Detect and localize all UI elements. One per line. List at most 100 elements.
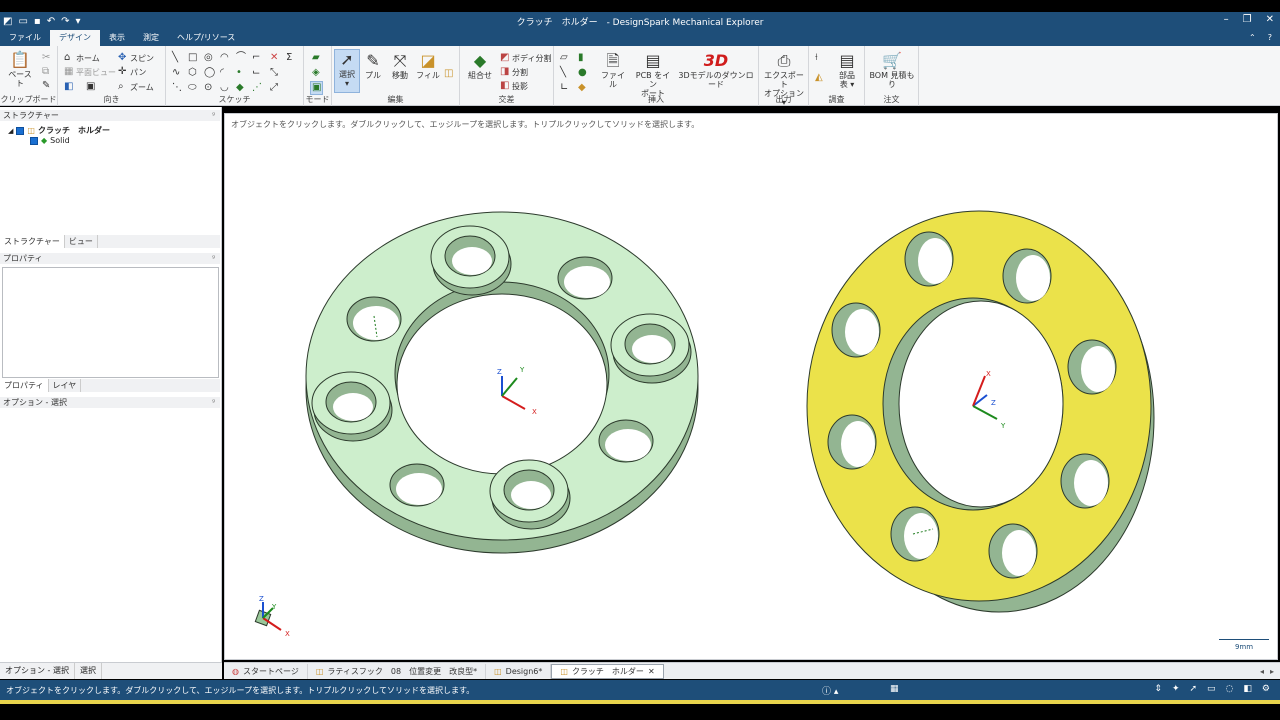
spline-tool-icon[interactable]: ∿ — [172, 67, 180, 79]
ribbon-collapse-icon[interactable]: ⌃ — [1249, 33, 1256, 42]
parts-list-button[interactable]: ▤ 部品 表 ▾ — [833, 51, 861, 89]
open-icon[interactable]: ▭ — [18, 16, 27, 27]
app-icon[interactable]: ◩ — [3, 16, 12, 27]
project-tool-icon[interactable]: ◆ — [236, 82, 244, 94]
cylinder-icon[interactable]: ▮ — [578, 52, 584, 64]
model-canvas[interactable]: X Z Y X Z Y X Z Y — [225, 114, 1277, 659]
3d-viewport[interactable]: オブジェクトをクリックします。ダブルクリックして、エッジループを選択します。トリ… — [224, 113, 1278, 660]
tab-file[interactable]: ファイル — [0, 30, 50, 46]
collapse-arrow-icon[interactable]: ◢ — [8, 127, 13, 135]
redo-icon[interactable]: ↷ — [61, 16, 69, 27]
select-button[interactable]: ➚ 選択 ▾ — [334, 49, 360, 93]
properties-grid[interactable] — [2, 267, 219, 378]
doc-tab-clutch-holder[interactable]: ◫ クラッチ ホルダー ✕ — [551, 663, 664, 679]
restore-icon[interactable]: ❐ — [1243, 14, 1252, 25]
tab-options-select[interactable]: オプション - 選択 — [0, 663, 75, 679]
view-orientation-triad[interactable]: X Z Y — [254, 595, 290, 638]
bom-quote-button[interactable]: 🛒 BOM 見積も り — [867, 51, 917, 89]
tab-design[interactable]: デザイン — [50, 30, 100, 46]
mirror-tool-icon[interactable]: ⋰ — [252, 82, 262, 94]
home-button[interactable]: ホーム — [76, 53, 100, 64]
tab-properties[interactable]: プロパティ — [0, 379, 49, 392]
construction-line-icon[interactable]: ⋱ — [172, 82, 182, 94]
tab-scroll-left-icon[interactable]: ◂ — [1260, 667, 1264, 676]
save-icon[interactable]: ▪ — [34, 16, 41, 27]
tab-selection[interactable]: 選択 — [75, 663, 102, 679]
arc-tool-icon[interactable]: ◠ — [220, 52, 229, 64]
trim-icon[interactable]: ✕ — [270, 52, 278, 64]
3d-mode-icon[interactable]: ▣ — [310, 81, 324, 95]
volume-icon[interactable]: ◭ — [815, 72, 823, 84]
tab-help[interactable]: ヘルプ/リソース — [168, 30, 244, 46]
rotate-view-icon[interactable]: ⇕ — [1154, 684, 1162, 694]
arc-three-point-icon[interactable]: ◡ — [220, 82, 229, 94]
box-icon[interactable]: ◆ — [578, 82, 586, 94]
section-mode-icon[interactable]: ◈ — [312, 67, 320, 79]
sweep-arc-icon[interactable]: ⌒ — [236, 52, 246, 64]
pcb-import-button[interactable]: ▤ PCB をイン ポート — [632, 51, 674, 98]
pin-icon[interactable]: ᵍ — [212, 253, 215, 264]
plan-view-button[interactable]: 平面ビュー — [76, 67, 116, 78]
move-button[interactable]: ⤧ 移動 — [388, 51, 412, 80]
boss-left[interactable] — [311, 371, 393, 442]
cube-view-icon[interactable]: ◧ — [64, 81, 73, 93]
three-point-circle-icon[interactable]: ◯ — [204, 67, 215, 79]
tree-item-root[interactable]: ◢ ◫ クラッチ ホルダー — [8, 125, 110, 136]
corner-icon[interactable]: ⌐ — [252, 52, 260, 64]
info-icon[interactable]: ⓘ ▴ — [822, 684, 838, 697]
spin-button[interactable]: スピン — [130, 53, 154, 64]
help-icon[interactable]: ? — [1268, 33, 1272, 42]
equation-icon[interactable]: Σ — [286, 52, 292, 64]
display-style-icon[interactable]: ◧ — [1243, 684, 1252, 694]
tab-structure[interactable]: ストラクチャー — [0, 235, 65, 248]
undo-icon[interactable]: ↶ — [47, 16, 55, 27]
sketch-mode-icon[interactable]: ▰ — [312, 52, 320, 64]
polygon-tool-icon[interactable]: ⬡ — [188, 67, 197, 79]
project-button[interactable]: 投影 — [512, 81, 528, 92]
box-select-icon[interactable]: ▭ — [1207, 684, 1216, 694]
paste-button[interactable]: 📋 ペースト — [6, 50, 34, 88]
visibility-checkbox[interactable] — [16, 126, 25, 135]
boss-right[interactable] — [610, 313, 692, 384]
tab-view[interactable]: 表示 — [100, 30, 134, 46]
ellipse-tool-icon[interactable]: ⬭ — [188, 82, 197, 94]
blend-icon[interactable]: ◫ — [444, 68, 453, 80]
tab-layers[interactable]: レイヤ — [49, 379, 82, 392]
combine-button[interactable]: ◆ 組合せ — [464, 51, 496, 80]
split-button[interactable]: 分割 — [512, 67, 528, 78]
axis-icon[interactable]: ╲ — [560, 67, 566, 79]
circle-tool-icon[interactable]: ◎ — [204, 52, 213, 64]
fill-button[interactable]: ◪ フィル — [416, 51, 440, 80]
pin-icon[interactable]: ᵍ — [212, 397, 215, 408]
bend-icon[interactable]: ⤡ — [270, 67, 278, 79]
insert-file-button[interactable]: 🗎 ファイル — [598, 51, 628, 89]
tab-measure[interactable]: 測定 — [134, 30, 168, 46]
view-settings-icon[interactable]: ⚙ — [1262, 684, 1270, 694]
sphere-icon[interactable]: ● — [578, 67, 587, 79]
boss-top[interactable] — [430, 225, 512, 296]
lasso-select-icon[interactable]: ◌ — [1226, 684, 1234, 694]
minimize-icon[interactable]: – — [1224, 14, 1229, 25]
tab-views[interactable]: ビュー — [65, 235, 98, 248]
point-tool-icon[interactable]: • — [236, 67, 242, 79]
cut-icon[interactable]: ✂ — [42, 52, 50, 64]
plane-icon[interactable]: ▱ — [560, 52, 568, 64]
extend-tool-icon[interactable]: ⤢ — [270, 82, 278, 94]
yellow-clutch-holder[interactable] — [806, 210, 1155, 613]
doc-tab-lattice-hook[interactable]: ◫ ラティスフック 08 位置変更 改良型* — [308, 663, 487, 679]
tangent-arc-icon[interactable]: ◜ — [220, 67, 224, 79]
rectangle-tool-icon[interactable]: □ — [188, 52, 197, 64]
close-tab-icon[interactable]: ✕ — [648, 664, 655, 679]
copy-icon[interactable]: ⧉ — [42, 66, 49, 78]
doc-tab-start-page[interactable]: ◍ スタートページ — [224, 663, 308, 679]
pull-button[interactable]: ✎ プル — [362, 51, 384, 80]
boss-bottom[interactable] — [489, 459, 571, 530]
pan-button[interactable]: パン — [130, 67, 146, 78]
format-painter-icon[interactable]: ✎ — [42, 80, 50, 92]
select-mode-icon[interactable]: ➚ — [1189, 684, 1197, 694]
close-icon[interactable]: ✕ — [1266, 14, 1274, 25]
tree-item-solid[interactable]: ◆ Solid — [30, 136, 70, 145]
selection-filter-icon[interactable]: ▦ — [890, 684, 899, 694]
snap-icon[interactable]: ✦ — [1172, 684, 1180, 694]
body-split-button[interactable]: ボディ分割 — [512, 53, 551, 64]
